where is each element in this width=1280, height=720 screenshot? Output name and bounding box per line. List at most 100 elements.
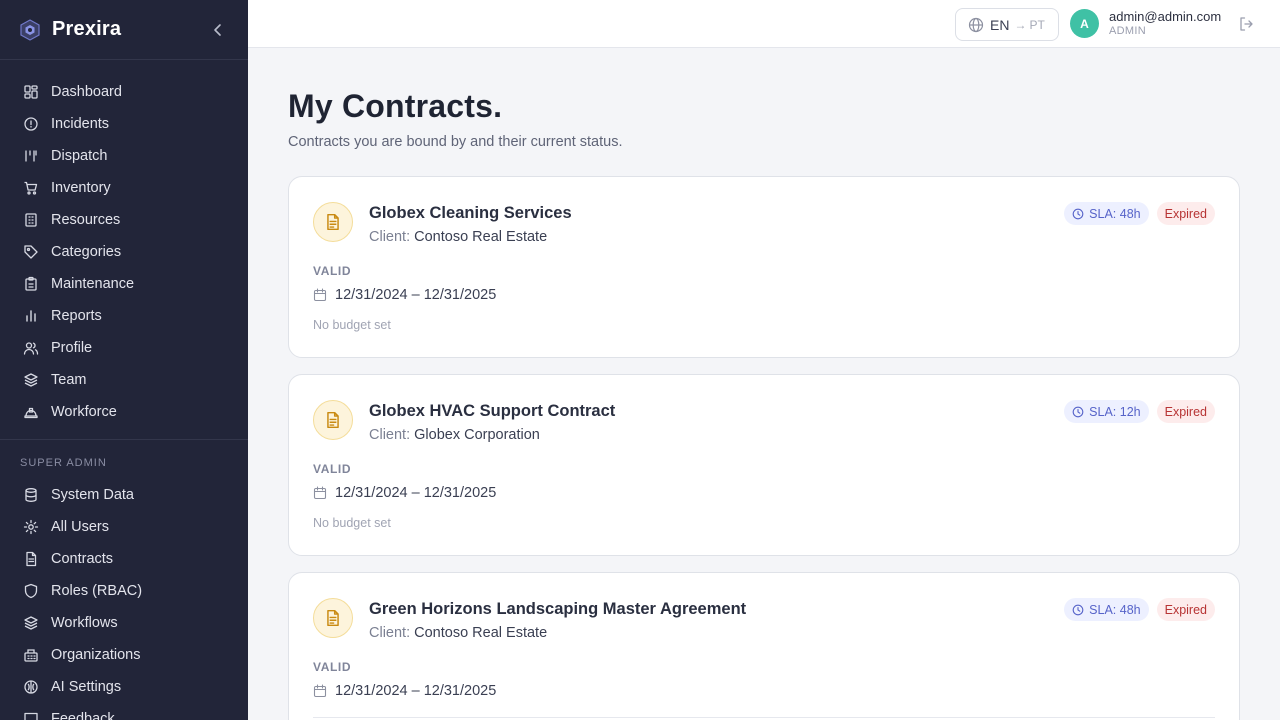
main-content: My Contracts. Contracts you are bound by… [248, 48, 1280, 720]
sidebar-item-team[interactable]: Team [0, 364, 248, 396]
globe-icon [968, 17, 984, 32]
sidebar-item-label: Workforce [51, 404, 117, 420]
clock-icon [1072, 604, 1084, 615]
file-text-icon [327, 609, 339, 627]
file-text-icon [26, 551, 37, 567]
sidebar-divider [0, 439, 248, 440]
sidebar-item-dashboard[interactable]: Dashboard [0, 76, 248, 108]
users-icon [23, 342, 39, 355]
sidebar-item-workflows[interactable]: Workflows [0, 607, 248, 639]
sidebar-item-label: AI Settings [51, 679, 122, 695]
clock-icon [1072, 208, 1084, 219]
collapse-sidebar-button[interactable] [208, 20, 228, 40]
sidebar-item-label: Profile [51, 340, 93, 356]
sidebar-item-roles[interactable]: Roles (RBAC) [0, 575, 248, 607]
sidebar-item-label: All Users [51, 519, 110, 535]
shield-icon [24, 583, 38, 599]
page-title: My Contracts. [288, 88, 503, 124]
valid-dates: 12/31/2024 – 12/31/2025 [313, 683, 496, 699]
contract-card[interactable]: Globex Cleaning Services Client: Contoso… [288, 176, 1240, 358]
gear-icon [23, 519, 39, 535]
language-arrow: → [1014, 17, 1027, 32]
sidebar-item-categories[interactable]: Categories [0, 236, 248, 268]
file-text-icon [327, 411, 339, 429]
sla-text: SLA: 48h [1089, 602, 1141, 617]
card-divider [313, 717, 1215, 718]
sidebar-item-label: Dispatch [51, 148, 108, 164]
brand-name: Prexira [52, 18, 122, 40]
bar-chart-icon [26, 310, 36, 322]
sidebar-item-all-users[interactable]: All Users [0, 511, 248, 543]
sidebar-item-feedback[interactable]: Feedback [0, 703, 248, 720]
sidebar-item-label: Resources [51, 212, 121, 228]
sidebar-item-contracts[interactable]: Contracts [0, 543, 248, 575]
valid-label: VALID [313, 660, 352, 674]
contract-badges: SLA: 48h Expired [1064, 598, 1215, 621]
brain-icon [24, 680, 38, 694]
sidebar-item-resources[interactable]: Resources [0, 204, 248, 236]
sidebar-item-workforce[interactable]: Workforce [0, 396, 248, 428]
organization-icon [24, 649, 38, 662]
sidebar-item-label: Categories [51, 244, 122, 260]
sidebar-item-label: Contracts [51, 551, 114, 567]
sidebar-item-label: Reports [51, 308, 102, 324]
brand-header: Prexira [0, 0, 248, 60]
dashboard-icon [24, 85, 38, 99]
sidebar-nav: Dashboard Incidents Dispatch Inventory R… [0, 60, 248, 720]
contract-icon-wrap [313, 400, 353, 440]
user-info: admin@admin.com ADMIN [1109, 9, 1221, 38]
sidebar-item-label: Roles (RBAC) [51, 583, 143, 599]
sla-badge: SLA: 48h [1064, 598, 1149, 621]
contract-title: Globex HVAC Support Contract [369, 402, 616, 420]
status-badge: Expired [1156, 202, 1215, 225]
sidebar-item-ai-settings[interactable]: AI Settings [0, 671, 248, 703]
dispatch-icon [25, 150, 37, 162]
message-square-icon [24, 712, 38, 720]
sidebar-item-dispatch[interactable]: Dispatch [0, 140, 248, 172]
next-language: PT [1029, 17, 1045, 32]
status-badge: Expired [1156, 598, 1215, 621]
layers-icon [24, 373, 38, 387]
user-menu[interactable]: A admin@admin.com ADMIN [1070, 9, 1221, 38]
sidebar-item-label: Feedback [51, 711, 115, 720]
contract-card[interactable]: Green Horizons Landscaping Master Agreem… [288, 572, 1240, 720]
sidebar-item-incidents[interactable]: Incidents [0, 108, 248, 140]
clipboard-icon [25, 276, 37, 291]
chevron-left-icon [214, 23, 221, 36]
page-subtitle: Contracts you are bound by and their cur… [288, 134, 623, 150]
sidebar-item-label: Team [51, 372, 87, 388]
sla-text: SLA: 48h [1089, 206, 1141, 221]
sidebar: Prexira Dashboard Incidents Dispatch Inv… [0, 0, 248, 720]
budget-text: No budget set [313, 318, 391, 332]
user-role: ADMIN [1109, 25, 1146, 37]
sidebar-item-reports[interactable]: Reports [0, 300, 248, 332]
sidebar-item-label: Maintenance [51, 276, 135, 292]
sidebar-item-maintenance[interactable]: Maintenance [0, 268, 248, 300]
sla-badge: SLA: 12h [1064, 400, 1149, 423]
super-admin-section-label: SUPER ADMIN [20, 457, 107, 469]
sla-text: SLA: 12h [1089, 404, 1141, 419]
contract-card[interactable]: Globex HVAC Support Contract Client: Glo… [288, 374, 1240, 556]
layers-icon [24, 616, 38, 630]
budget-text: No budget set [313, 516, 391, 530]
calendar-icon [313, 288, 327, 302]
sidebar-item-organizations[interactable]: Organizations [0, 639, 248, 671]
logout-icon [1240, 17, 1253, 31]
contract-title: Globex Cleaning Services [369, 204, 572, 222]
valid-label: VALID [313, 462, 352, 476]
contract-title: Green Horizons Landscaping Master Agreem… [369, 600, 747, 618]
contract-icon-wrap [313, 202, 353, 242]
language-switcher[interactable]: EN → PT [955, 8, 1059, 41]
sidebar-item-label: System Data [51, 487, 134, 503]
logout-button[interactable] [1238, 16, 1254, 32]
contract-client: Client: Globex Corporation [369, 427, 540, 443]
hard-hat-icon [24, 407, 38, 419]
client-name: Globex Corporation [414, 427, 540, 443]
sidebar-item-system-data[interactable]: System Data [0, 479, 248, 511]
building-icon [25, 213, 37, 227]
clock-icon [1072, 406, 1084, 417]
sidebar-item-inventory[interactable]: Inventory [0, 172, 248, 204]
sidebar-item-profile[interactable]: Profile [0, 332, 248, 364]
calendar-icon [313, 684, 327, 698]
user-email: admin@admin.com [1109, 9, 1222, 24]
